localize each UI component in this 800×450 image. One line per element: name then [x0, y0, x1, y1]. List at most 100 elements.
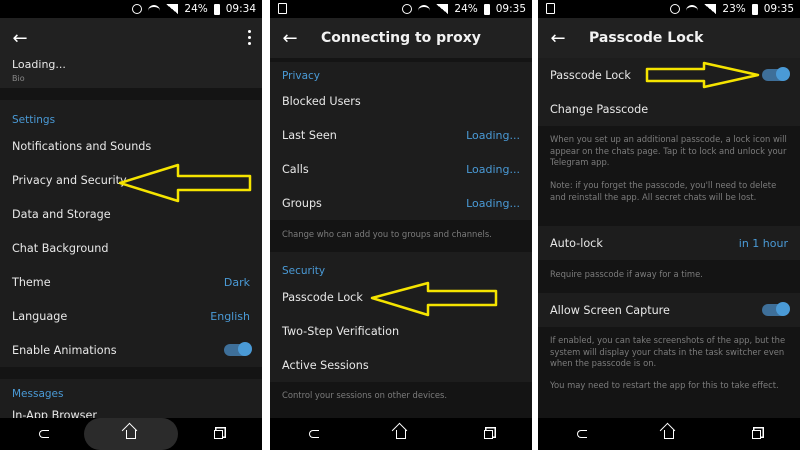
clock: 09:34 [225, 3, 256, 15]
home-button-highlight [84, 418, 178, 450]
settings-item-notifications[interactable]: Notifications and Sounds [0, 129, 262, 163]
auto-lock-row[interactable]: Auto-lock in 1 hour [538, 226, 800, 260]
page-title: Passcode Lock [589, 30, 704, 46]
app-bar: ← Connecting to proxy [270, 18, 532, 58]
privacy-item-last-seen[interactable]: Last Seen Loading... [270, 118, 532, 152]
phone-screen-passcode-lock: 23% 09:35 ← Passcode Lock Passcode Lock … [538, 0, 800, 450]
settings-item-in-app-browser[interactable]: In-App Browser [0, 402, 262, 418]
settings-item-language[interactable]: Language English [0, 299, 262, 333]
privacy-item-label: Last Seen [282, 128, 337, 142]
system-nav-bar [538, 418, 800, 450]
battery-icon [213, 3, 220, 15]
divider [0, 367, 262, 379]
privacy-security-list: Privacy Blocked Users Last Seen Loading.… [270, 58, 532, 418]
settings-item-label: Theme [12, 275, 51, 289]
privacy-item-label: Calls [282, 162, 309, 176]
nav-back-icon [576, 430, 587, 438]
back-arrow-icon[interactable]: ← [0, 28, 40, 49]
settings-item-theme[interactable]: Theme Dark [0, 265, 262, 299]
nav-recents-icon [213, 429, 223, 439]
wifi-icon [148, 4, 161, 14]
security-item-active-sessions[interactable]: Active Sessions [270, 348, 532, 382]
battery-percent: 24% [184, 3, 208, 15]
theme-value: Dark [223, 275, 250, 289]
divider [0, 88, 262, 100]
nav-recents-button[interactable] [203, 423, 233, 445]
phone-screen-settings: 24% 09:34 ← Loading... Bio Settings Noti… [0, 0, 262, 450]
system-nav-bar [270, 418, 532, 450]
section-title-security: Security [282, 265, 326, 277]
groups-value: Loading... [466, 196, 520, 210]
security-item-two-step[interactable]: Two-Step Verification [270, 314, 532, 348]
wifi-icon [418, 4, 431, 14]
clock: 09:35 [495, 3, 526, 15]
forget-passcode-note: Note: if you forget the passcode, you'll… [550, 180, 777, 202]
nav-recents-button[interactable] [741, 423, 771, 445]
change-passcode-label: Change Passcode [550, 102, 649, 116]
wifi-icon [686, 4, 699, 14]
settings-item-label: Language [12, 309, 68, 323]
settings-item-label: Privacy and Security [12, 173, 127, 187]
battery-icon [483, 3, 490, 15]
notification-icon [278, 3, 287, 14]
security-item-label: Active Sessions [282, 358, 369, 372]
passcode-lock-toggle[interactable] [762, 67, 790, 81]
section-title-settings: Settings [12, 114, 56, 126]
security-item-label: Two-Step Verification [282, 324, 400, 338]
privacy-note: Change who can add you to groups and cha… [282, 229, 492, 239]
allow-screen-capture-toggle[interactable] [762, 302, 790, 316]
passcode-note: When you set up an additional passcode, … [550, 134, 787, 167]
security-note: Control your sessions on other devices. [282, 390, 448, 400]
alarm-icon [670, 4, 681, 14]
settings-item-enable-animations[interactable]: Enable Animations [0, 333, 262, 367]
signal-icon [436, 4, 449, 14]
nav-home-button[interactable] [386, 423, 416, 445]
nav-back-icon [308, 430, 319, 438]
settings-item-label: Notifications and Sounds [12, 139, 152, 153]
settings-item-label: Chat Background [12, 241, 109, 255]
back-arrow-icon[interactable]: ← [270, 28, 310, 49]
calls-value: Loading... [466, 162, 520, 176]
nav-home-icon [395, 429, 406, 439]
highlight-arrow-icon [645, 61, 760, 89]
more-options-icon[interactable] [248, 30, 252, 45]
signal-icon [166, 4, 179, 14]
change-passcode-row[interactable]: Change Passcode [538, 92, 800, 126]
nav-home-icon [126, 429, 136, 439]
privacy-item-groups[interactable]: Groups Loading... [270, 186, 532, 220]
nav-recents-button[interactable] [473, 423, 503, 445]
divider [270, 58, 532, 62]
nav-back-button[interactable] [29, 423, 59, 445]
notification-icon [546, 3, 555, 14]
auto-lock-note: Require passcode if away for a time. [550, 269, 703, 279]
allow-screen-capture-row[interactable]: Allow Screen Capture [538, 293, 800, 327]
last-seen-value: Loading... [466, 128, 520, 142]
auto-lock-value: in 1 hour [738, 236, 788, 250]
nav-back-button[interactable] [567, 423, 597, 445]
highlight-arrow-icon [370, 281, 498, 317]
settings-item-chat-background[interactable]: Chat Background [0, 231, 262, 265]
back-arrow-icon[interactable]: ← [538, 28, 578, 49]
battery-icon [751, 3, 758, 15]
screen-capture-note: If enabled, you can take screenshots of … [550, 335, 786, 368]
alarm-icon [402, 4, 413, 14]
settings-list: Loading... Bio Settings Notifications an… [0, 58, 262, 418]
alarm-icon [132, 4, 143, 14]
settings-item-label: In-App Browser [12, 409, 97, 418]
status-bar: 23% 09:35 [538, 0, 800, 18]
nav-back-icon [38, 430, 49, 438]
privacy-item-calls[interactable]: Calls Loading... [270, 152, 532, 186]
phone-screen-privacy-security: 24% 09:35 ← Connecting to proxy Privacy … [270, 0, 532, 450]
nav-back-button[interactable] [299, 423, 329, 445]
app-bar: ← [0, 18, 262, 58]
signal-icon [704, 4, 717, 14]
bio-label: Bio [12, 74, 25, 83]
app-bar: ← Passcode Lock [538, 18, 800, 58]
enable-animations-toggle[interactable] [224, 342, 252, 356]
profile-loading: Loading... [12, 58, 66, 71]
privacy-item-blocked-users[interactable]: Blocked Users [270, 84, 532, 118]
settings-item-label: Data and Storage [12, 207, 111, 221]
restart-note: You may need to restart the app for this… [550, 380, 779, 390]
nav-home-button[interactable] [654, 423, 684, 445]
nav-home-icon [663, 429, 674, 439]
